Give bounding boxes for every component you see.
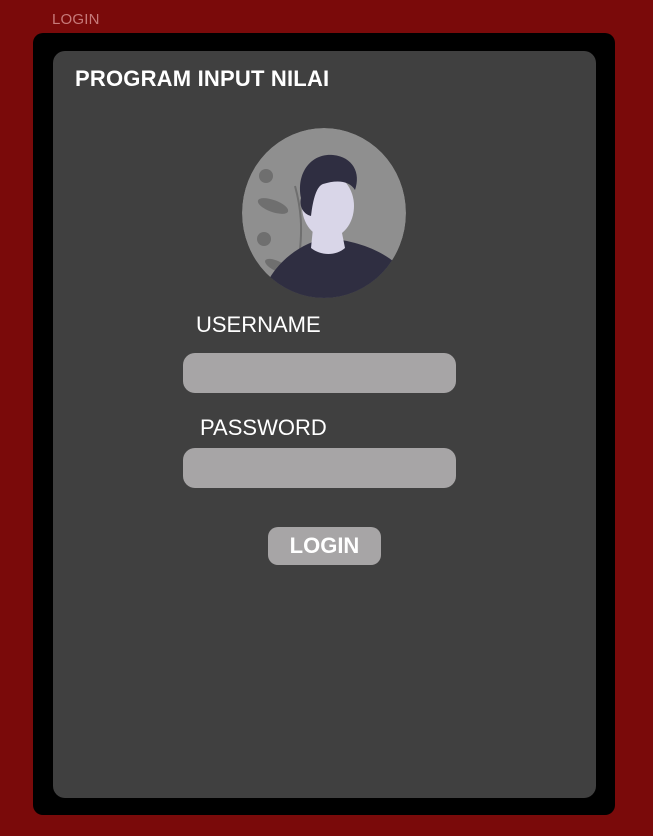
username-input[interactable]	[183, 353, 456, 393]
login-button[interactable]: LOGIN	[268, 527, 381, 565]
password-input[interactable]	[183, 448, 456, 488]
user-avatar-icon	[241, 128, 407, 298]
app-title: PROGRAM INPUT NILAI	[75, 66, 330, 91]
username-label: USERNAME	[196, 312, 321, 337]
frame-title: LOGIN	[52, 11, 100, 28]
password-label: PASSWORD	[200, 415, 327, 440]
